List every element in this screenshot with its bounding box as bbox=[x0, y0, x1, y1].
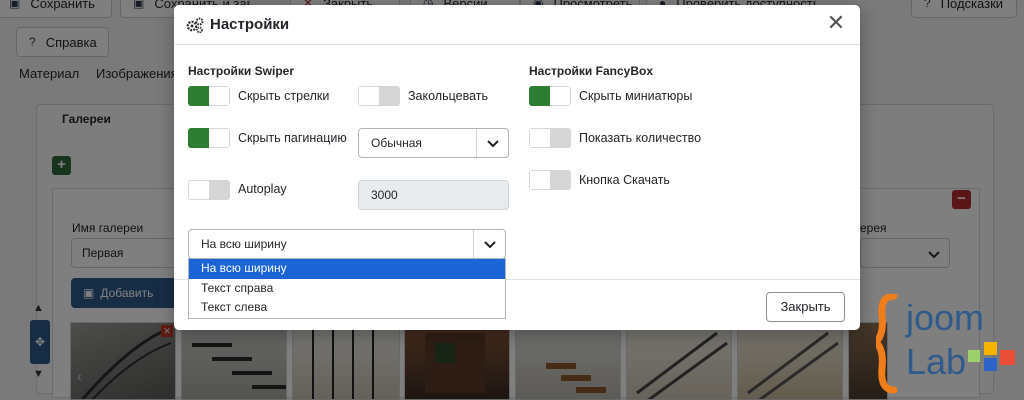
joomlab-logo: joom Lab bbox=[871, 292, 1022, 394]
hide-arrows-toggle[interactable] bbox=[188, 86, 230, 106]
swiper-settings-title: Настройки Swiper bbox=[188, 64, 294, 78]
autoplay-delay-input: 3000 bbox=[358, 180, 509, 210]
autoplay-label: Autoplay bbox=[238, 182, 287, 196]
gears-icon bbox=[186, 17, 204, 33]
fancybox-settings-title: Настройки FancyBox bbox=[529, 64, 653, 78]
chevron-down-icon bbox=[486, 140, 499, 148]
modal-header: Настройки bbox=[174, 5, 860, 45]
close-button[interactable]: Закрыть bbox=[766, 292, 845, 322]
layout-width-dropdown: На всю ширину Текст справа Текст слева bbox=[188, 258, 506, 319]
hide-pagination-label: Скрыть пагинацию bbox=[238, 131, 347, 145]
pagination-type-select[interactable]: Обычная bbox=[358, 128, 509, 158]
dropdown-option[interactable]: На всю ширину bbox=[189, 259, 505, 279]
hide-thumbs-label: Скрыть миниатюры bbox=[579, 89, 693, 103]
close-icon[interactable]: ✕ bbox=[826, 12, 846, 34]
modal-title: Настройки bbox=[210, 16, 290, 33]
download-button-toggle[interactable] bbox=[529, 170, 571, 190]
loop-toggle[interactable] bbox=[358, 86, 400, 106]
download-button-label: Кнопка Скачать bbox=[579, 173, 670, 187]
autoplay-toggle[interactable] bbox=[188, 180, 230, 200]
logo-text-lab: Lab bbox=[906, 341, 967, 382]
logo-text-joom: joom bbox=[906, 297, 985, 338]
dropdown-option[interactable]: Текст слева bbox=[189, 298, 505, 318]
show-count-label: Показать количество bbox=[579, 131, 702, 145]
hide-pagination-toggle[interactable] bbox=[188, 128, 230, 148]
hide-arrows-label: Скрыть стрелки bbox=[238, 89, 330, 103]
show-count-toggle[interactable] bbox=[529, 128, 571, 148]
hide-thumbs-toggle[interactable] bbox=[529, 86, 571, 106]
layout-width-select[interactable]: На всю ширину bbox=[188, 229, 506, 259]
dropdown-option[interactable]: Текст справа bbox=[189, 279, 505, 299]
chevron-down-icon bbox=[483, 241, 496, 249]
loop-label: Закольцевать bbox=[408, 89, 488, 103]
